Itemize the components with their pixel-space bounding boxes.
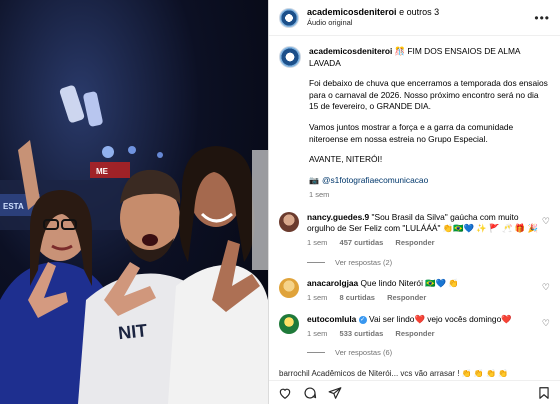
svg-text:ME: ME [96, 167, 109, 176]
comment-likes[interactable]: 8 curtidas [340, 293, 375, 302]
comment-like-heart-icon[interactable]: ♡ [542, 318, 550, 329]
view-replies-button[interactable]: Ver respostas (2) [307, 258, 550, 267]
view-replies-label: Ver respostas (6) [335, 348, 393, 358]
commenter-username[interactable]: anacarolgjaa [307, 278, 358, 288]
audio-link[interactable]: Áudio original [307, 18, 439, 27]
replies-divider [307, 261, 325, 263]
comment-body: anacarolgjaa Que lindo Niterói 🇧🇷💙 👏 1 s… [307, 278, 543, 303]
comment-body: eutocomlula ✓ Vai ser lindo❤️ vejo vocês… [307, 314, 543, 339]
shirt-print: NIT [117, 320, 148, 343]
view-replies-label: Ver respostas (2) [335, 257, 393, 267]
comment-meta: 1 sem 533 curtidas Responder [307, 329, 543, 339]
post-authors: academicosdeniteroi e outros 3 [307, 7, 439, 18]
post-actions-bar [269, 380, 560, 404]
reply-button[interactable]: Responder [387, 293, 426, 302]
comment-bubble-icon[interactable] [303, 386, 317, 400]
comment-likes[interactable]: 457 curtidas [340, 238, 384, 247]
camera-icon: 📷 [309, 176, 319, 186]
post-details-panel: academicosdeniteroi e outros 3 Áudio ori… [268, 0, 560, 404]
caption-paragraph-3: AVANTE, NITERÓI! [309, 154, 383, 165]
commenter-username[interactable]: nancy.guedes.9 [307, 212, 369, 222]
photo-credit: 📷 @s1fotografiaecomunicacao [309, 175, 549, 187]
share-send-icon[interactable] [328, 386, 342, 400]
caption-author-avatar[interactable] [279, 46, 301, 68]
photo-credit-link[interactable]: @s1fotografiaecomunicacao [322, 175, 428, 187]
post-photo[interactable]: ME ESTA NIT [0, 0, 268, 404]
caption-first-line: academicosdeniteroi 🎊 FIM DOS ENSAIOS DE… [309, 46, 549, 69]
caption-paragraph-2: Vamos juntos mostrar a força e a garra d… [309, 121, 514, 144]
post-photo-illustration: ME ESTA NIT [0, 85, 268, 404]
commenter-username[interactable]: eutocomlula [307, 314, 356, 324]
verified-badge-icon: ✓ [358, 315, 367, 324]
commenter-avatar[interactable] [279, 211, 299, 232]
comment-text: Que lindo Niterói 🇧🇷💙 👏 [360, 277, 459, 288]
svg-text:ESTA: ESTA [3, 202, 24, 211]
caption-body: academicosdeniteroi 🎊 FIM DOS ENSAIOS DE… [309, 46, 549, 201]
commenter-avatar[interactable] [279, 313, 299, 334]
comment-like-heart-icon[interactable]: ♡ [542, 216, 550, 227]
comment-body: nancy.guedes.9 "Sou Brasil da Silva" gaú… [307, 212, 543, 249]
replies-divider [307, 352, 325, 354]
coauthors-link[interactable]: e outros 3 [399, 7, 439, 17]
comment-meta: 1 sem 8 curtidas Responder [307, 293, 543, 303]
comment-item: nancy.guedes.9 "Sou Brasil da Silva" gaú… [279, 211, 550, 249]
comment-time[interactable]: 1 sem [307, 329, 327, 338]
caption-emoji: 🎊 [394, 46, 406, 56]
commenter-avatar[interactable] [279, 277, 299, 298]
author-username-link[interactable]: academicosdeniteroi [307, 7, 397, 17]
reply-button[interactable]: Responder [395, 329, 434, 338]
comment-likes[interactable]: 533 curtidas [340, 329, 384, 338]
author-avatar[interactable] [279, 7, 299, 28]
partially-visible-comment: barrochil Acadêmicos de Niterói... vcs v… [279, 369, 509, 378]
comment-text: Vai ser lindo❤️ vejo vocês domingo❤️ [368, 313, 512, 324]
comment-time[interactable]: 1 sem [307, 238, 327, 247]
caption-paragraph-1: Foi debaixo de chuva que encerramos a te… [309, 78, 548, 112]
caption-username[interactable]: academicosdeniteroi [309, 46, 392, 56]
post-caption: academicosdeniteroi 🎊 FIM DOS ENSAIOS DE… [279, 46, 550, 201]
comments-scroll-area[interactable]: academicosdeniteroi 🎊 FIM DOS ENSAIOS DE… [269, 36, 560, 404]
like-heart-icon[interactable] [278, 386, 292, 400]
comment-like-heart-icon[interactable]: ♡ [542, 282, 550, 293]
caption-time[interactable]: 1 sem [309, 190, 329, 199]
caption-meta: 1 sem [309, 190, 549, 200]
comment-item: anacarolgjaa Que lindo Niterói 🇧🇷💙 👏 1 s… [279, 277, 550, 303]
save-bookmark-icon[interactable] [537, 386, 551, 400]
comment-meta: 1 sem 457 curtidas Responder [307, 238, 543, 248]
reply-button[interactable]: Responder [395, 238, 434, 247]
view-replies-button[interactable]: Ver respostas (6) [307, 348, 550, 357]
comment-item: eutocomlula ✓ Vai ser lindo❤️ vejo vocês… [279, 313, 550, 339]
more-options-icon[interactable]: ••• [534, 11, 550, 25]
post-header: academicosdeniteroi e outros 3 Áudio ori… [269, 0, 560, 36]
comment-time[interactable]: 1 sem [307, 293, 327, 302]
post-header-text: academicosdeniteroi e outros 3 Áudio ori… [307, 7, 439, 28]
